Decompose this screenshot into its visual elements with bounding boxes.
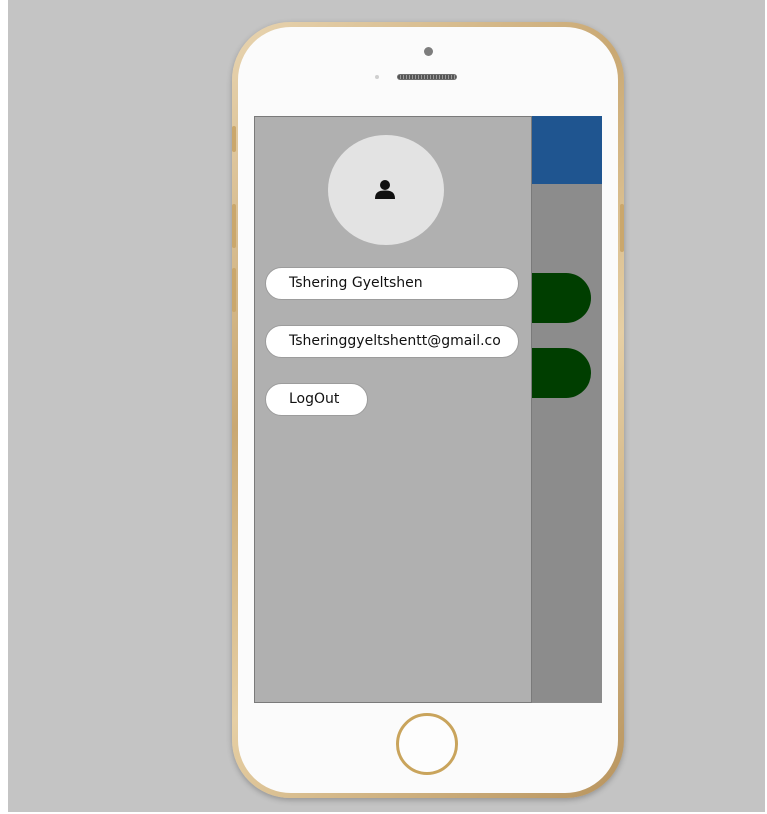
- earpiece-speaker: [397, 74, 457, 80]
- phone-screen: Tshering Gyeltshen Tsheringgyeltshentt@g…: [254, 116, 602, 703]
- user-icon: [375, 180, 395, 199]
- logout-button[interactable]: LogOut: [265, 383, 368, 416]
- volume-down-button: [232, 268, 236, 312]
- app-header-bar: [532, 116, 602, 184]
- home-button[interactable]: [396, 713, 458, 775]
- user-email-field[interactable]: Tsheringgyeltshentt@gmail.co: [265, 325, 519, 358]
- navigation-drawer: Tshering Gyeltshen Tsheringgyeltshentt@g…: [254, 116, 532, 703]
- front-camera: [424, 47, 433, 56]
- side-switch: [232, 126, 236, 152]
- proximity-sensor: [375, 75, 379, 79]
- power-button: [620, 204, 624, 252]
- volume-up-button: [232, 204, 236, 248]
- user-name-field[interactable]: Tshering Gyeltshen: [265, 267, 519, 300]
- avatar[interactable]: [328, 135, 444, 245]
